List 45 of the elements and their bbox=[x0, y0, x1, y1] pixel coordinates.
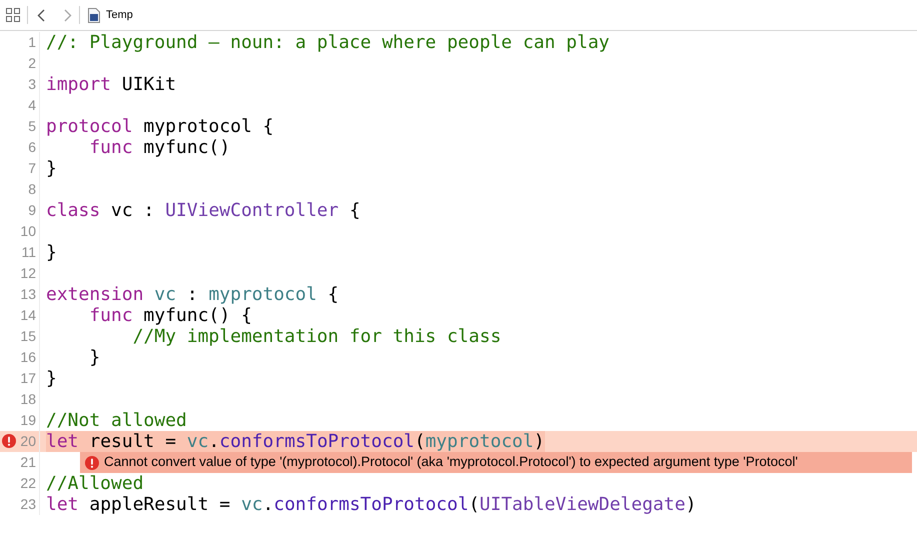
code-line: } bbox=[46, 368, 57, 389]
line-number: 15 bbox=[20, 327, 36, 346]
file-name[interactable]: Temp bbox=[106, 6, 133, 24]
line-number: 23 bbox=[20, 495, 36, 514]
line-number: 2 bbox=[28, 54, 36, 73]
code-line: import UIKit bbox=[46, 74, 176, 95]
file-icon bbox=[88, 8, 100, 22]
line-number: 1 bbox=[28, 33, 36, 52]
line-number: 12 bbox=[20, 264, 36, 283]
line-number: 4 bbox=[28, 96, 36, 115]
code-line: let appleResult = vc.conformsToProtocol(UITableViewDelegate) bbox=[46, 494, 696, 515]
line-number: 5 bbox=[28, 117, 36, 136]
code-line: } bbox=[46, 158, 57, 179]
line-number: 8 bbox=[28, 180, 36, 199]
line-number: 10 bbox=[20, 222, 36, 241]
line-number: 22 bbox=[20, 474, 36, 493]
code-line: func myfunc() { bbox=[88, 305, 252, 326]
line-number: 6 bbox=[28, 138, 36, 157]
line-number: 13 bbox=[20, 285, 36, 304]
line-number: 9 bbox=[28, 201, 36, 220]
code-line: //Not allowed bbox=[46, 410, 187, 431]
error-icon bbox=[85, 456, 99, 470]
line-number: 17 bbox=[20, 369, 36, 388]
line-number: 11 bbox=[21, 243, 36, 262]
line-number: 3 bbox=[28, 75, 36, 94]
line-number: 21 bbox=[20, 453, 36, 472]
line-number: 14 bbox=[20, 306, 36, 325]
grid-icon[interactable] bbox=[6, 8, 20, 22]
error-icon bbox=[2, 434, 16, 448]
code-line: } bbox=[46, 242, 57, 263]
code-line: extension vc : myprotocol { bbox=[46, 284, 339, 305]
code-line: //: Playground — noun: a place where people can play bbox=[46, 32, 610, 53]
code-line: class vc : UIViewController { bbox=[46, 200, 360, 221]
code-line: //My implementation for this class bbox=[132, 326, 502, 347]
back-icon[interactable] bbox=[37, 8, 45, 22]
line-number: 16 bbox=[20, 348, 36, 367]
code-line: protocol myprotocol { bbox=[46, 116, 274, 137]
code-line: //Allowed bbox=[46, 473, 144, 494]
code-line: func myfunc() bbox=[88, 137, 230, 158]
line-number: 18 bbox=[20, 390, 36, 409]
line-number: 7 bbox=[28, 159, 36, 178]
error-text: Cannot convert value of type '(myprotocol).Protocol' (aka 'myprotocol.Protocol') to expected argument type 'Protocol' bbox=[104, 453, 798, 472]
line-number: 19 bbox=[20, 411, 36, 430]
code-line: } bbox=[88, 347, 100, 368]
line-number: 20 bbox=[20, 432, 36, 451]
